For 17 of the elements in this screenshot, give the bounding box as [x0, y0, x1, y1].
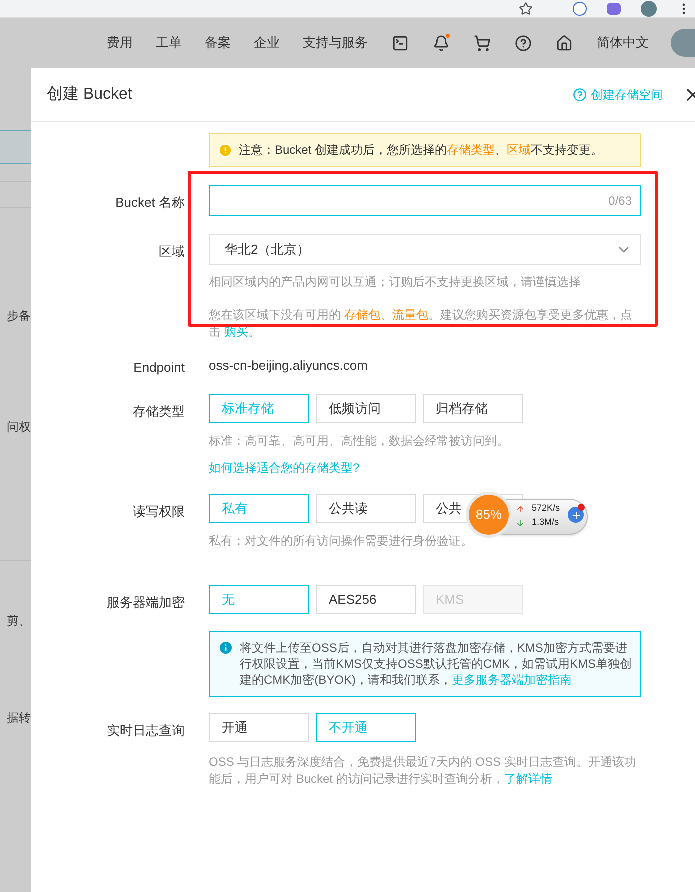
- endpoint-value: oss-cn-beijing.aliyuncs.com: [209, 357, 369, 375]
- field-label: Bucket 名称: [116, 195, 185, 210]
- field-label: 实时日志查询: [107, 723, 185, 738]
- storage-hint: 标准：高可靠、高可用、高性能，数据会经常被访问到。: [209, 433, 509, 450]
- upload-speed: 572K/s: [532, 502, 560, 515]
- info-text: 将文件上传至OSS后，自动对其进行落盘加密存储，KMS加密方式需要进行权限设置，当前KMS仅支持OSS默认托管的CMK，如需试用KMS单独创建的CMK加密(BYOK)，请和我们联系，更多服务器端加密指南: [240, 640, 632, 688]
- panel-title: 创建 Bucket: [47, 84, 132, 104]
- field-label: 区域: [159, 244, 185, 259]
- download-speed: 1.3M/s: [532, 516, 560, 529]
- field-label: 服务器端加密: [107, 595, 185, 610]
- log-hint: OSS 与日志服务深度结合，免费提供最近7天内的 OSS 实时日志查询。开通该功能后，用户可对 Bucket 的访问记录进行实时查询分析，了解详情: [209, 754, 638, 788]
- notice-text: 注意：Bucket 创建成功后，您所选择的存储类型、区域不支持变更。: [239, 142, 604, 159]
- char-counter: 0/63: [608, 192, 632, 210]
- region-hint: 相同区域内的产品内网可以互通；订购后不支持更换区域，请谨慎选择: [209, 274, 582, 291]
- field-label: Endpoint: [134, 360, 185, 375]
- field-label: 读写权限: [133, 504, 185, 519]
- field-label: 存储类型: [133, 404, 185, 419]
